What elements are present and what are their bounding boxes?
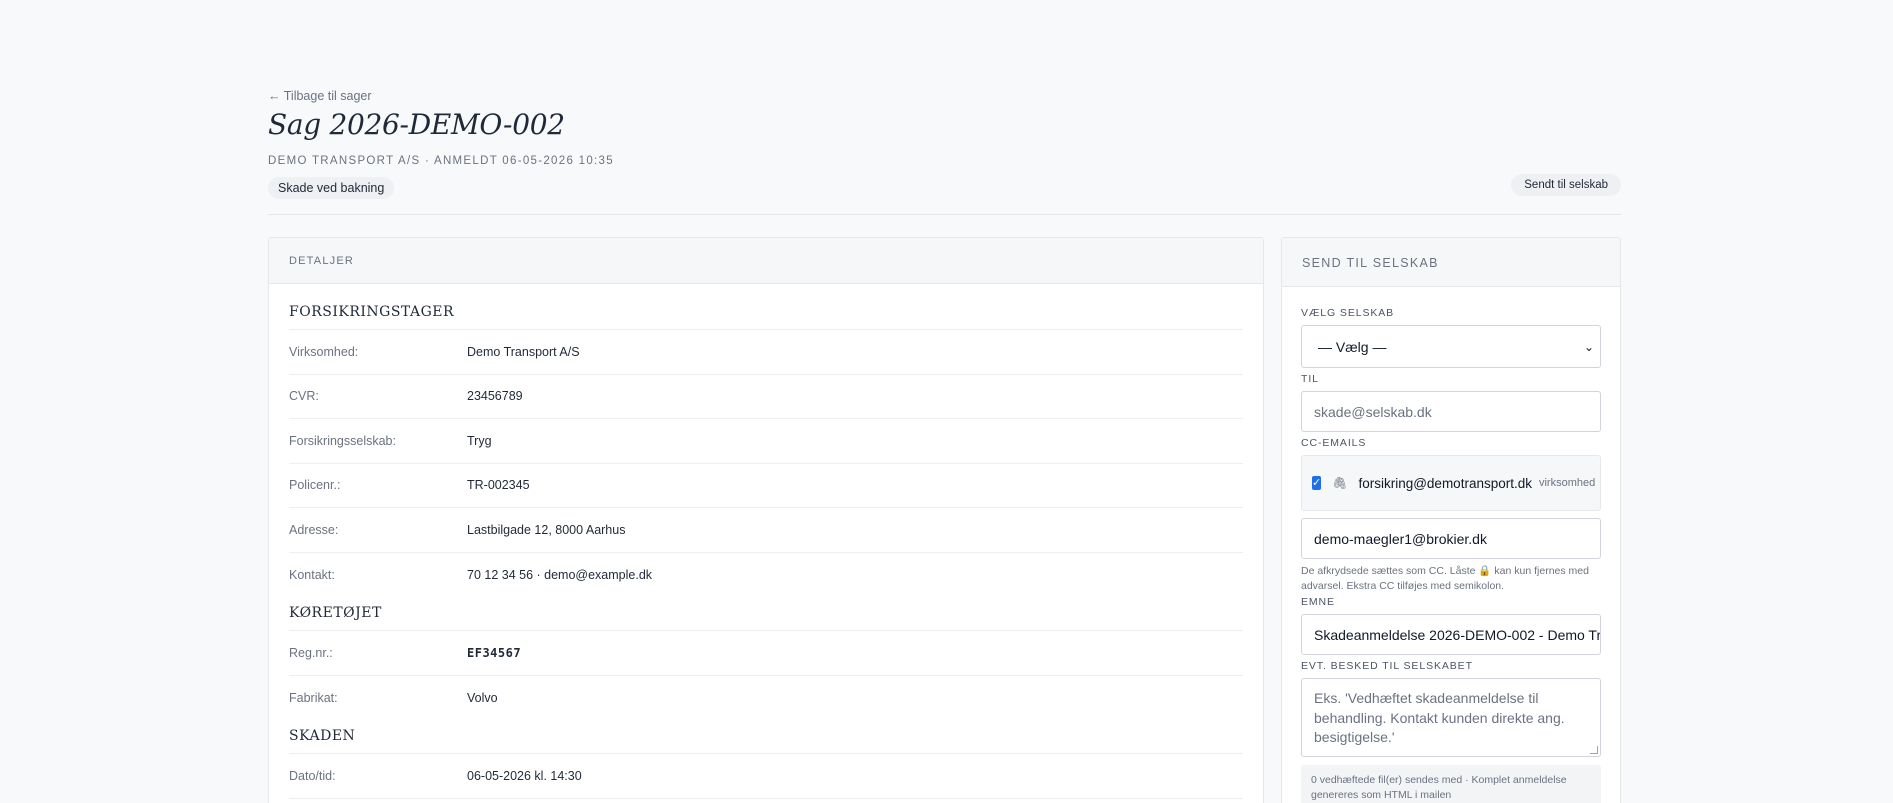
detail-label: Dato/tid: [289,768,336,783]
detail-value: 06-05-2026 kl. 14:30 [467,768,582,783]
to-label: TIL [1301,373,1319,385]
detail-row: Kontakt: 70 12 34 56 · demo@example.dk [289,553,1243,598]
detail-label: Policenr.: [289,478,341,493]
cc-help-part: De afkrydsede sættes som CC. Låste [1301,565,1476,577]
company-select[interactable]: — Vælg — ⌄ [1301,325,1601,368]
detail-value: Tryg [467,433,492,448]
lock-icon: 🔒 [1478,565,1492,577]
detail-label: Adresse: [289,522,339,537]
detail-value: TR-002345 [467,478,530,493]
detail-value: 23456789 [467,389,523,404]
details-card: DETALJER FORSIKRINGSTAGER Virksomhed: De… [268,237,1264,803]
cc-locked-item: ✓ 🖇 forsikring@demotransport.dk virksomh… [1301,455,1601,511]
detail-value: Volvo [467,690,498,705]
cc-help-text: De afkrydsede sættes som CC. Låste 🔒 kan… [1301,564,1601,594]
detail-label: Kontakt: [289,567,335,582]
message-label: EVT. BESKED TIL SELSKABET [1301,660,1473,672]
section-title-damage: SKADEN [289,720,1243,754]
detail-label: Reg.nr.: [289,645,333,660]
subject-input[interactable]: Skadeanmeldelse 2026-DEMO-002 - Demo Tra… [1301,614,1601,655]
section-title-policyholder: FORSIKRINGSTAGER [289,284,1243,330]
send-card: SEND TIL SELSKAB VÆLG SELSKAB — Vælg — ⌄… [1281,237,1621,803]
message-textarea[interactable]: Eks. 'Vedhæftet skadeanmeldelse til beha… [1301,678,1601,757]
status-badge: Sendt til selskab [1511,174,1621,196]
chevron-down-icon: ⌄ [1583,339,1594,354]
cc-extra-input[interactable]: demo-maegler1@brokier.dk [1301,518,1601,559]
detail-row: Virksomhed: Demo Transport A/S [289,330,1243,375]
damage-type-badge: Skade ved bakning [268,177,395,199]
company-label: VÆLG SELSKAB [1301,307,1395,319]
detail-row: Dato/tid: 06-05-2026 kl. 14:30 [289,754,1243,799]
detail-row: CVR: 23456789 [289,375,1243,419]
cc-checkbox[interactable]: ✓ [1312,476,1322,490]
page-title: Sag 2026-DEMO-002 [268,108,565,141]
company-select-value: — Vælg — [1318,338,1387,355]
send-heading: SEND TIL SELSKAB [1282,238,1620,287]
detail-value: Lastbilgade 12, 8000 Aarhus [467,522,626,537]
detail-row: Fabrikat: Volvo [289,676,1243,721]
detail-label: Virksomhed: [289,344,359,359]
detail-label: CVR: [289,389,319,404]
detail-row: Forsikringsselskab: Tryg [289,419,1243,464]
resize-handle-icon[interactable] [1590,746,1598,754]
details-heading: DETALJER [269,238,1263,284]
message-placeholder: Eks. 'Vedhæftet skadeanmeldelse til beha… [1314,690,1565,745]
cc-label: CC-EMAILS [1301,437,1367,449]
detail-row: Policenr.: TR-002345 [289,464,1243,508]
cc-source: virksomhed [1538,477,1596,489]
detail-label: Forsikringsselskab: [289,433,396,448]
attachment-note: 0 vedhæftede fil(er) sendes med · Komple… [1301,765,1601,803]
header-divider [268,214,1621,215]
detail-row: Adresse: Lastbilgade 12, 8000 Aarhus [289,508,1243,553]
cc-email: forsikring@demotransport.dk [1358,475,1532,491]
case-subtitle: DEMO TRANSPORT A/S · ANMELDT 06-05-2026 … [268,155,614,167]
paperclip-icon: 🖇 [1332,476,1348,490]
back-to-cases-link[interactable]: ← Tilbage til sager [268,89,372,103]
subject-label: EMNE [1301,596,1335,608]
section-title-vehicle: KØRETØJET [289,597,1243,631]
detail-label: Fabrikat: [289,690,338,705]
detail-value: EF34567 [467,645,522,660]
detail-row: Reg.nr.: EF34567 [289,631,1243,676]
to-input[interactable]: skade@selskab.dk [1301,391,1601,432]
detail-value: Demo Transport A/S [467,344,580,359]
detail-value: 70 12 34 56 · demo@example.dk [467,567,653,582]
